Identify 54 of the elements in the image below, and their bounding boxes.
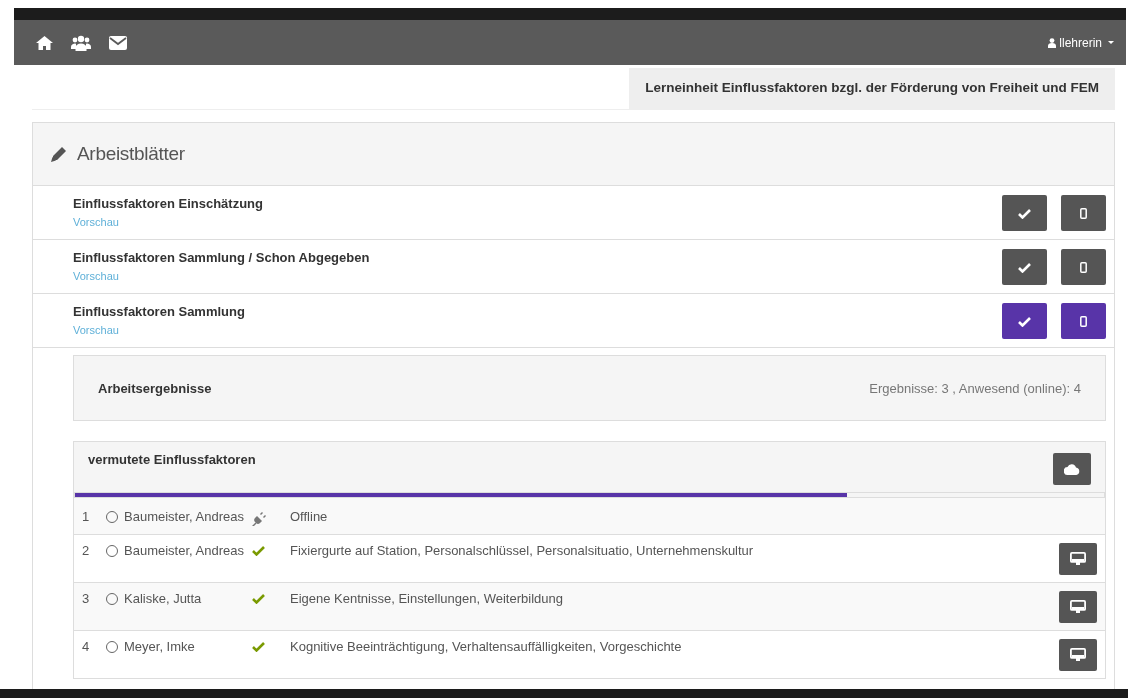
monitor-icon	[1070, 648, 1086, 662]
student-name: Kaliske, Jutta	[124, 591, 203, 606]
preview-link[interactable]: Vorschau	[73, 324, 119, 336]
results-summary: Ergebnisse: 3 , Anwesend (online): 4	[869, 380, 1081, 396]
panel-title: Arbeistblätter	[77, 143, 185, 165]
monitor-button[interactable]	[1059, 543, 1097, 575]
check-button[interactable]	[1002, 249, 1047, 285]
preview-link[interactable]: Vorschau	[73, 216, 119, 228]
phone-icon	[1080, 207, 1087, 219]
check-button[interactable]	[1002, 195, 1047, 231]
mail-icon[interactable]	[109, 35, 127, 50]
worksheet-title: Einflussfaktoren Sammlung	[73, 304, 246, 319]
monitor-icon	[1070, 552, 1086, 566]
check-icon	[1018, 207, 1031, 219]
answer-text: Eigene Kentnisse, Einstellungen, Weiterbildung	[290, 591, 564, 606]
worksheet-title: Einflussfaktoren Sammlung / Schon Abgegeben	[73, 250, 371, 265]
task-title: vermutete Einflussfaktoren	[88, 452, 256, 467]
row-number: 2	[82, 543, 91, 558]
user-icon	[1048, 37, 1057, 48]
student-name: Baumeister, Andreas	[124, 543, 245, 558]
phone-icon	[1080, 315, 1087, 327]
answer-text: Fixiergurte auf Station, Personalschlüssel, Personalsituatio, Unternehmenskultur	[290, 543, 755, 558]
answer-text: Offline	[290, 509, 329, 524]
monitor-button[interactable]	[1059, 639, 1097, 671]
mobile-button[interactable]	[1061, 195, 1106, 231]
cloud-icon	[1064, 463, 1080, 475]
phone-icon	[1080, 261, 1087, 273]
results-title: Arbeitsergebnisse	[98, 380, 212, 396]
check-icon	[252, 641, 265, 652]
preview-link[interactable]: Vorschau	[73, 270, 119, 282]
home-icon[interactable]	[36, 35, 53, 50]
monitor-icon	[1070, 600, 1086, 614]
student-name: Baumeister, Andreas	[124, 509, 245, 524]
student-name: Meyer, Imke	[124, 639, 196, 654]
monitor-button[interactable]	[1059, 591, 1097, 623]
mobile-button[interactable]	[1061, 249, 1106, 285]
worksheet-title: Einflussfaktoren Einschätzung	[73, 196, 264, 211]
check-icon	[1018, 315, 1031, 327]
pencil-icon	[51, 146, 67, 162]
users-icon[interactable]	[71, 34, 91, 51]
user-menu[interactable]: llehrerin	[1048, 35, 1114, 50]
cloud-button[interactable]	[1053, 453, 1091, 485]
row-number: 3	[82, 591, 91, 606]
check-icon	[1018, 261, 1031, 273]
check-icon	[252, 593, 265, 604]
answer-text: Kognitive Beeinträchtigung, Verhaltensauffälligkeiten, Vorgeschichte	[290, 639, 683, 654]
plug-icon	[252, 511, 267, 526]
row-number: 1	[82, 509, 91, 524]
caret-icon	[1108, 41, 1114, 44]
row-number: 4	[82, 639, 91, 654]
unit-title: Lerneinheit Einflussfaktoren bzgl. der Förderung von Freiheit und FEM	[629, 68, 1115, 109]
check-icon	[252, 545, 265, 556]
check-button[interactable]	[1002, 303, 1047, 339]
mobile-button[interactable]	[1061, 303, 1106, 339]
